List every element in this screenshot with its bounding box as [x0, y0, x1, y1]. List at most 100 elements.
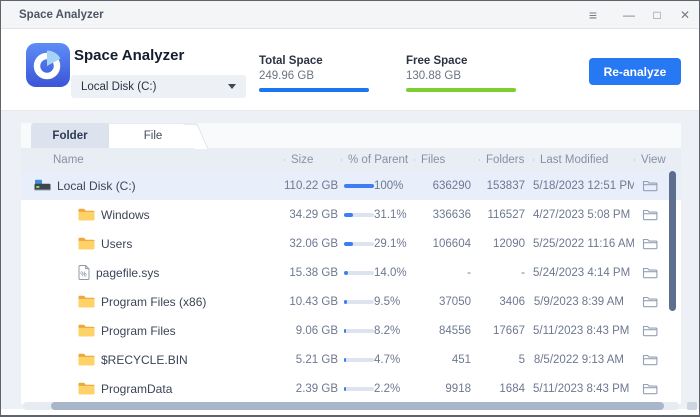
window-controls: ≡ — □ ✕: [579, 1, 699, 29]
view-folder-icon[interactable]: [642, 295, 658, 308]
drive-icon: [34, 179, 51, 192]
row-name: pagefile.sys: [96, 265, 160, 280]
folder-icon: [78, 237, 95, 250]
row-name: Program Files (x86): [101, 294, 207, 309]
table-row[interactable]: ProgramData 2.39 GB 2.2% 9918 1684 5/11/…: [21, 374, 681, 403]
reanalyze-button[interactable]: Re-analyze: [589, 58, 681, 85]
view-folder-icon[interactable]: [642, 324, 658, 337]
percent-bar: [344, 241, 374, 246]
minimize-icon[interactable]: —: [615, 1, 643, 29]
free-space-bar: [406, 88, 516, 92]
folder-icon: [78, 208, 95, 221]
row-modified: 5/18/2023 12:51 PM: [533, 179, 634, 192]
column-header-files[interactable]: Files: [414, 154, 479, 166]
table-row[interactable]: Users 32.06 GB 29.1% 106604 12090 5/25/2…: [21, 229, 681, 258]
row-size: 2.39 GB: [295, 382, 338, 395]
total-space-stat: Total Space 249.96 GB: [259, 55, 389, 92]
percent-bar: [344, 386, 374, 391]
percent-bar: [344, 299, 374, 304]
row-folders: 116527: [487, 208, 525, 221]
window-title: Space Analyzer: [19, 8, 104, 21]
row-folders: 1684: [499, 382, 525, 395]
row-size: 34.29 GB: [289, 208, 338, 221]
row-size: 15.38 GB: [289, 266, 338, 279]
percent-bar: [344, 357, 374, 362]
row-modified: 5/25/2022 11:16 AM: [533, 237, 634, 250]
percent-bar: [344, 212, 374, 217]
column-header-size[interactable]: Size: [284, 154, 341, 166]
horizontal-scrollbar-thumb[interactable]: [51, 402, 664, 410]
table-row[interactable]: % pagefile.sys 15.38 GB 14.0% - - 5/24/2…: [21, 258, 681, 287]
content-area: Folder File Name Size % of Parent Files …: [1, 111, 699, 415]
view-folder-icon[interactable]: [642, 208, 658, 221]
folder-icon: [78, 295, 95, 308]
table-body: Local Disk (C:) 110.22 GB 100% 636290 15…: [21, 171, 681, 403]
row-percent: 14.0%: [374, 266, 407, 279]
row-percent: 2.2%: [374, 382, 401, 395]
row-size: 32.06 GB: [289, 237, 338, 250]
row-percent: 4.7%: [374, 353, 401, 366]
drive-selector[interactable]: Local Disk (C:): [71, 75, 246, 98]
row-percent: 31.1%: [374, 208, 407, 221]
row-folders: 3406: [499, 295, 525, 308]
table-row[interactable]: Local Disk (C:) 110.22 GB 100% 636290 15…: [21, 171, 681, 200]
app-window: Space Analyzer ≡ — □ ✕ Space Analyzer Lo…: [0, 0, 700, 417]
column-header-name[interactable]: Name: [21, 154, 284, 166]
free-space-value: 130.88 GB: [406, 70, 461, 82]
row-name: Windows: [101, 207, 150, 222]
row-name: $RECYCLE.BIN: [101, 352, 188, 367]
column-header-folders[interactable]: Folders: [479, 154, 533, 166]
close-icon[interactable]: ✕: [671, 1, 699, 29]
column-header-view[interactable]: View: [634, 154, 681, 166]
maximize-icon[interactable]: □: [643, 1, 671, 29]
free-space-stat: Free Space 130.88 GB: [406, 55, 536, 92]
vertical-scrollbar[interactable]: [669, 171, 676, 311]
view-folder-icon[interactable]: [642, 237, 658, 250]
folder-table: Name Size % of Parent Files Folders Last…: [21, 148, 681, 404]
page-title: Space Analyzer: [74, 47, 185, 64]
table-row[interactable]: Program Files 9.06 GB 8.2% 84556 17667 5…: [21, 316, 681, 345]
table-row[interactable]: $RECYCLE.BIN 5.21 GB 4.7% 451 5 8/5/2022…: [21, 345, 681, 374]
view-folder-icon[interactable]: [642, 266, 658, 279]
row-modified: 5/24/2023 4:14 PM: [533, 266, 631, 279]
row-modified: 5/11/2023 8:43 PM: [533, 324, 630, 337]
menu-icon[interactable]: ≡: [579, 1, 607, 29]
app-logo-icon: [26, 43, 70, 87]
column-header-modified[interactable]: Last Modified: [533, 154, 634, 166]
view-folder-icon[interactable]: [642, 353, 658, 366]
row-name: Users: [101, 236, 133, 251]
row-files: 37050: [439, 295, 471, 308]
drive-selector-value: Local Disk (C:): [81, 80, 157, 93]
view-folder-icon[interactable]: [642, 382, 658, 395]
row-modified: 5/11/2023 8:43 PM: [533, 382, 630, 395]
tab-folder[interactable]: Folder: [31, 123, 109, 148]
row-size: 9.06 GB: [295, 324, 338, 337]
table-row[interactable]: Windows 34.29 GB 31.1% 336636 116527 4/2…: [21, 200, 681, 229]
table-header: Name Size % of Parent Files Folders Last…: [21, 148, 681, 171]
folder-icon: [78, 353, 95, 366]
row-percent: 9.5%: [374, 295, 401, 308]
tabstrip: Folder File: [21, 123, 681, 148]
row-modified: 5/9/2023 8:39 AM: [533, 295, 624, 308]
row-files: 336636: [432, 208, 471, 221]
horizontal-scrollbar[interactable]: [23, 402, 679, 410]
folder-icon: [78, 324, 95, 337]
scrollbar-corner: [687, 402, 697, 410]
row-files: 636290: [432, 179, 471, 192]
row-files: -: [467, 266, 471, 279]
table-row[interactable]: Program Files (x86) 10.43 GB 9.5% 37050 …: [21, 287, 681, 316]
row-folders: 17667: [493, 324, 525, 337]
folder-icon: [78, 382, 95, 395]
tab-file[interactable]: File: [109, 123, 197, 148]
row-percent: 100%: [374, 179, 404, 192]
header: Space Analyzer Local Disk (C:) Total Spa…: [1, 29, 699, 111]
column-header-percent[interactable]: % of Parent: [341, 154, 414, 166]
row-modified: 4/27/2023 5:08 PM: [533, 208, 631, 221]
row-files: 84556: [439, 324, 471, 337]
row-name: Program Files: [101, 323, 176, 338]
row-files: 9918: [445, 382, 471, 395]
view-folder-icon[interactable]: [642, 179, 658, 192]
percent-bar: [344, 270, 374, 275]
row-percent: 8.2%: [374, 324, 401, 337]
total-space-bar: [259, 88, 369, 92]
